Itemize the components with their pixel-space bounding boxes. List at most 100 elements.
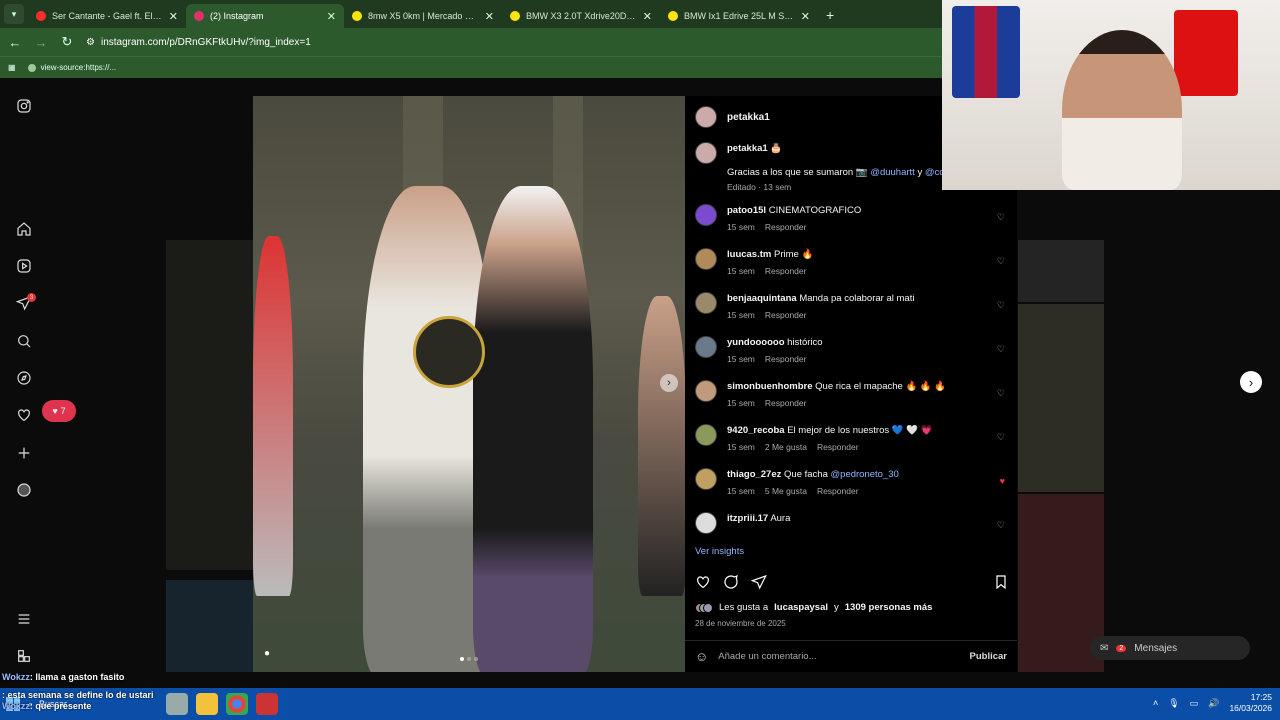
comment-like-icon[interactable]: ♡ [997,388,1005,399]
apps-icon[interactable]: ▦ [8,63,16,72]
close-icon[interactable]: ✕ [169,10,178,23]
post-author[interactable]: petakka1 [727,112,770,123]
reload-icon[interactable]: ↻ [60,34,74,50]
avatar[interactable] [695,142,717,164]
avatar[interactable] [695,248,717,270]
likes-others[interactable]: 1309 personas más [845,602,933,613]
carousel-dots [460,657,478,661]
mention-link[interactable]: @pedroneto_30 [831,469,899,480]
avatar[interactable] [695,204,717,226]
avatar[interactable] [695,336,717,358]
comment-row: itzpriii.17 Aura ♡ [695,512,1011,537]
comment-like-icon[interactable]: ♡ [997,344,1005,355]
browser-tab[interactable]: 8mw X5 0km | Mercado Libre ✕ [344,4,502,28]
search-icon[interactable] [15,332,33,350]
comment-reply[interactable]: Responder [765,353,807,366]
comment-reply[interactable]: Responder [765,265,807,278]
taskbar-clock[interactable]: 17:25 16/03/2026 [1229,692,1272,714]
tab-title: Ser Cantante - Gael ft. El Negro [52,11,163,21]
avatar[interactable] [695,380,717,402]
user-tag-icon[interactable]: ● [264,648,276,660]
url-field[interactable]: ⚙ instagram.com/p/DRnGKFtkUHv/?img_index… [86,37,311,48]
reels-icon[interactable] [15,257,33,275]
likes-user[interactable]: lucaspaysal [774,602,828,613]
comment-icon[interactable] [723,574,739,590]
avatar[interactable] [695,292,717,314]
publish-button[interactable]: Publicar [970,651,1008,662]
forward-icon[interactable]: → [34,35,48,50]
network-icon[interactable]: ▭ [1190,698,1199,709]
comment-reply[interactable]: Responder [817,441,859,454]
comment-like-icon[interactable]: ♡ [997,432,1005,443]
likes-summary[interactable]: Les gusta a lucaspaysal y 1309 personas … [695,602,932,613]
notifications-heart-icon[interactable] [15,406,33,424]
comment-user[interactable]: thiago_27ez [727,469,781,480]
likes-notification-pill[interactable]: ♥ 7 [42,400,76,422]
mention-link[interactable]: @duuhartt [870,167,915,178]
new-tab-button[interactable]: + [826,7,834,23]
next-post-icon[interactable]: › [1240,371,1262,393]
emoji-icon[interactable]: ☺ [695,649,708,664]
back-icon[interactable]: ← [8,35,22,50]
explore-icon[interactable] [15,369,33,387]
background-grid-tile [1018,240,1104,302]
comment-user[interactable]: luucas.tm [727,249,771,260]
caption-user[interactable]: petakka1 [727,143,768,154]
stream-chat-lower: : esta semana se define lo de ustari Wok… [2,690,262,712]
comment-like-icon[interactable]: ♡ [997,300,1005,311]
close-icon[interactable]: ✕ [801,10,810,23]
comment-reply[interactable]: Responder [817,485,859,498]
avatar[interactable] [695,424,717,446]
comment-like-icon[interactable]: ♡ [997,256,1005,267]
profile-avatar[interactable] [15,481,33,499]
browser-tab-active[interactable]: (2) Instagram ✕ [186,4,344,28]
messages-button[interactable]: ✉ 2 Mensajes [1090,636,1250,660]
comment-like-icon[interactable]: ♥ [1000,476,1005,486]
background-grid-tile [166,580,254,672]
tray-chevron-icon[interactable]: ˄ [1153,698,1158,708]
comments-list[interactable]: petakka1 🎂 Gracias a los que se sumaron … [695,142,1011,537]
comment-like-icon[interactable]: ♡ [997,212,1005,223]
browser-tab[interactable]: BMW X3 2.0T Xdrive20D M Spo ✕ [502,4,660,28]
comment-user[interactable]: yundoooooo [727,337,785,348]
meta-apps-icon[interactable] [15,647,33,665]
comment-text: Que facha [784,469,828,480]
close-icon[interactable]: ✕ [485,10,494,23]
comment-like-icon[interactable]: ♡ [997,520,1005,531]
instagram-logo-icon[interactable] [15,97,33,115]
comment-text: Manda pa colaborar al mati [799,293,915,304]
view-insights-link[interactable]: Ver insights [695,546,744,557]
bookmark-icon[interactable] [993,574,1009,590]
comment-likes[interactable]: 5 Me gusta [765,485,807,498]
site-info-icon[interactable]: ⚙ [86,37,95,48]
avatar[interactable] [695,468,717,490]
post-photo[interactable] [253,96,685,672]
tab-search-button[interactable]: ▾ [4,4,24,24]
mic-icon[interactable]: 🎙 [1168,698,1179,709]
comment-time: 15 sem [727,310,755,320]
comment-user[interactable]: 9420_recoba [727,425,785,436]
avatar[interactable] [695,106,717,128]
comment-reply[interactable]: Responder [765,309,807,322]
comment-user[interactable]: simonbuenhombre [727,381,813,392]
share-icon[interactable] [751,574,767,590]
carousel-next-icon[interactable]: › [660,374,678,392]
menu-icon[interactable] [15,610,33,628]
comment-user[interactable]: patoo15l [727,205,766,216]
create-icon[interactable] [15,444,33,462]
home-icon[interactable] [15,220,33,238]
comment-likes[interactable]: 2 Me gusta [765,441,807,454]
comment-reply[interactable]: Responder [765,397,807,410]
comment-user[interactable]: itzpriii.17 [727,513,768,524]
bookmark-item[interactable]: view-source:https://... [27,63,116,72]
browser-tab[interactable]: Ser Cantante - Gael ft. El Negro ✕ [28,4,186,28]
comment-user[interactable]: benjaaquintana [727,293,797,304]
close-icon[interactable]: ✕ [327,10,336,23]
comment-reply[interactable]: Responder [765,221,807,234]
comment-input[interactable]: Añade un comentario... [718,651,816,662]
like-heart-icon[interactable] [695,574,711,590]
close-icon[interactable]: ✕ [643,10,652,23]
avatar[interactable] [695,512,717,534]
browser-tab[interactable]: BMW Ix1 Edrive 25L M Sport | M ✕ [660,4,818,28]
volume-icon[interactable]: 🔊 [1208,698,1219,709]
